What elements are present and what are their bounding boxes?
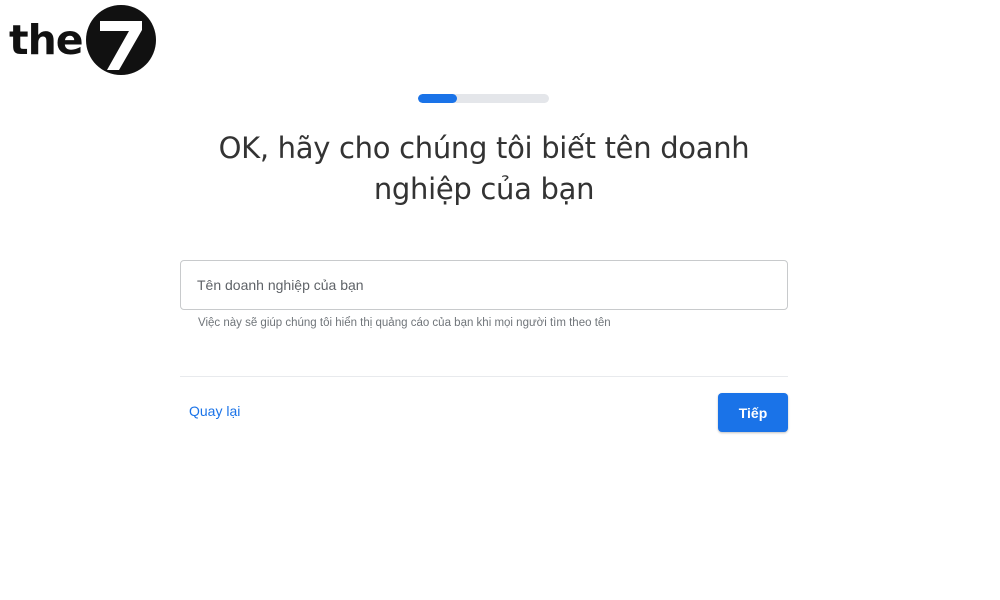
back-link[interactable]: Quay lại — [189, 403, 240, 419]
next-button[interactable]: Tiếp — [718, 393, 788, 432]
business-name-input[interactable] — [180, 260, 788, 310]
setup-progress-bar — [418, 94, 549, 103]
logo-seven-badge-icon — [85, 5, 156, 75]
page-title: OK, hãy cho chúng tôi biết tên doanh ngh… — [180, 128, 788, 210]
business-name-hint: Việc này sẽ giúp chúng tôi hiển thị quản… — [198, 317, 611, 329]
page-title-line-1: OK, hãy cho chúng tôi biết tên doanh — [218, 131, 750, 165]
page-title-line-2: nghiệp của bạn — [373, 172, 595, 206]
the7-logo: the — [9, 2, 157, 78]
logo-text: the — [9, 15, 84, 64]
setup-progress-fill — [418, 94, 458, 103]
divider — [180, 376, 788, 377]
